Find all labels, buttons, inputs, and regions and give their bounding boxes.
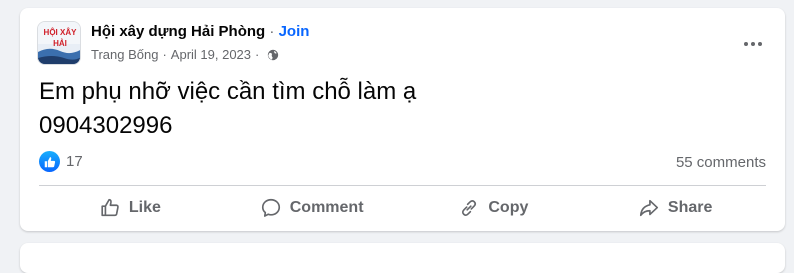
svg-text:HẢI: HẢI <box>53 39 67 48</box>
comment-button[interactable]: Comment <box>221 190 403 226</box>
post-date[interactable]: April 19, 2023 <box>171 47 251 62</box>
thumbs-up-icon <box>101 198 119 217</box>
meta-separator: · <box>162 47 167 62</box>
author-name[interactable]: Trang Bống <box>91 47 158 62</box>
share-icon <box>639 199 658 217</box>
group-name-link[interactable]: Hội xây dựng Hải Phòng <box>91 23 265 40</box>
reaction-summary[interactable]: 17 <box>39 151 83 172</box>
post-text-line-2: 0904302996 <box>39 112 173 139</box>
comment-label: Comment <box>289 199 364 216</box>
group-avatar[interactable]: HỘI XÂY HẢI <box>37 21 81 65</box>
svg-text:HỘI XÂY: HỘI XÂY <box>44 28 78 37</box>
copy-label: Copy <box>488 199 529 216</box>
post-card: HỘI XÂY HẢI Hội xây dựng Hải Phòng · Joi… <box>20 8 785 231</box>
next-post-card <box>20 243 785 273</box>
globe-icon[interactable] <box>267 49 279 61</box>
copy-button[interactable]: Copy <box>403 190 585 226</box>
meta-separator-2: · <box>255 47 260 62</box>
more-options-icon[interactable] <box>739 30 767 58</box>
post-text-line-1: Em phụ nhỡ việc cần tìm chỗ làm ạ <box>39 78 417 105</box>
comments-count[interactable]: 55 comments <box>676 154 766 171</box>
action-divider <box>39 185 766 186</box>
link-icon <box>462 200 477 216</box>
like-reaction-icon <box>39 151 60 172</box>
reaction-count: 17 <box>66 153 83 170</box>
like-button[interactable]: Like <box>39 190 221 226</box>
like-label: Like <box>128 199 161 216</box>
header-separator: · <box>265 23 279 40</box>
comment-icon <box>261 198 280 217</box>
join-button[interactable]: Join <box>279 23 310 40</box>
action-bar: Like Comment Copy Share <box>39 190 766 226</box>
share-label: Share <box>667 199 713 216</box>
group-logo-icon: HỘI XÂY HẢI <box>38 22 80 64</box>
share-button[interactable]: Share <box>584 190 766 226</box>
post-meta: Trang Bống · April 19, 2023 · <box>91 47 279 62</box>
post-body: Em phụ nhỡ việc cần tìm chỗ làm ạ 090430… <box>39 75 416 143</box>
group-header: Hội xây dựng Hải Phòng · Join <box>91 23 309 40</box>
